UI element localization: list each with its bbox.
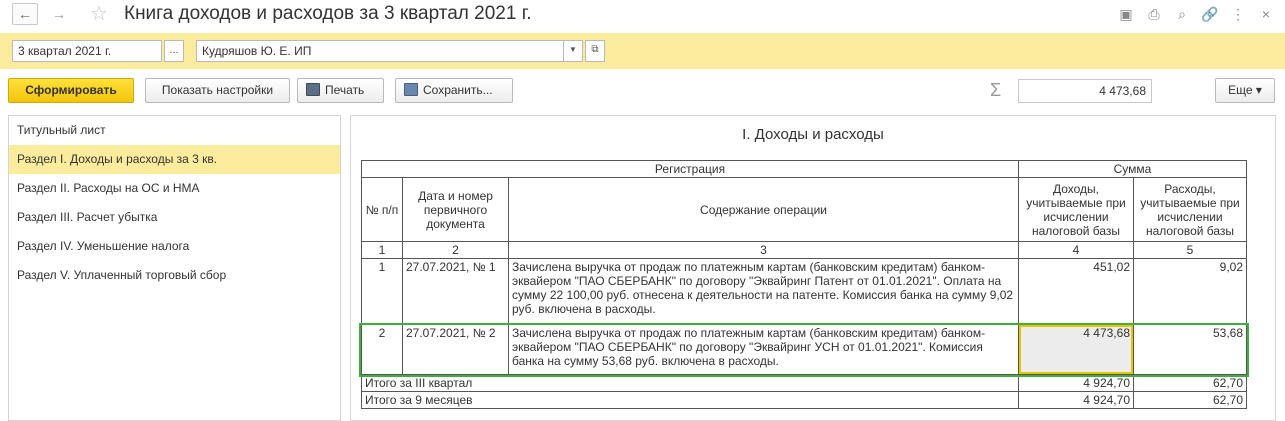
selection-sum-field: 4 473,68 xyxy=(1018,79,1152,103)
header-registration: Регистрация xyxy=(361,160,1019,178)
total-row: Итого за III квартал 4 924,70 62,70 xyxy=(361,374,1247,392)
page-title: Книга доходов и расходов за 3 квартал 20… xyxy=(124,3,532,24)
table-row[interactable]: 1 27.07.2021, № 1 Зачислена выручка от п… xyxy=(361,258,1247,325)
period-input[interactable]: 3 квартал 2021 г. xyxy=(12,40,162,62)
col-num-2: 2 xyxy=(402,241,509,259)
window-actions: ▣ ⎙ ⌕ 🔗 ⋮ × xyxy=(1117,5,1275,23)
total-income[interactable]: 4 924,70 xyxy=(1018,391,1134,409)
total-label: Итого за 9 месяцев xyxy=(361,391,1019,409)
header-date: Дата и номер первичного документа xyxy=(402,177,509,242)
floppy-icon xyxy=(404,83,418,96)
more-button[interactable]: Еще ▾ xyxy=(1215,78,1275,103)
sidebar-item-section-1[interactable]: Раздел I. Доходы и расходы за 3 кв. xyxy=(9,145,340,174)
row-content: Зачислена выручка от продаж по платежным… xyxy=(508,258,1019,325)
save-button[interactable]: Сохранить... xyxy=(395,78,513,103)
sections-sidebar: Титульный лист Раздел I. Доходы и расход… xyxy=(8,115,341,421)
generate-button[interactable]: Сформировать xyxy=(8,78,134,103)
more-icon[interactable]: ⋮ xyxy=(1229,5,1247,23)
organization-dropdown-icon[interactable]: ▼ xyxy=(563,40,583,62)
total-income[interactable]: 4 924,70 xyxy=(1018,374,1134,392)
row-date: 27.07.2021, № 2 xyxy=(402,324,509,375)
printer-icon xyxy=(306,83,320,96)
col-num-1: 1 xyxy=(361,241,403,259)
row-content: Зачислена выручка от продаж по платежным… xyxy=(508,324,1019,375)
header-num: № п/п xyxy=(361,177,403,242)
sidebar-item-section-5[interactable]: Раздел V. Уплаченный торговый сбор xyxy=(9,261,340,290)
row-date: 27.07.2021, № 1 xyxy=(402,258,509,325)
row-expense[interactable]: 9,02 xyxy=(1133,258,1247,325)
total-label: Итого за III квартал xyxy=(361,374,1019,392)
header-sum: Сумма xyxy=(1018,160,1247,178)
row-income-selected[interactable]: 4 473,68 xyxy=(1018,324,1134,375)
row-num: 2 xyxy=(361,324,403,375)
report-area[interactable]: I. Доходы и расходы Регистрация Сумма № … xyxy=(350,115,1276,421)
total-expense[interactable]: 62,70 xyxy=(1133,374,1247,392)
favorite-star-icon[interactable]: ☆ xyxy=(90,1,108,26)
report-title: I. Доходы и расходы xyxy=(742,126,884,143)
col-num-5: 5 xyxy=(1133,241,1247,259)
organization-open-icon[interactable]: ⧉ xyxy=(585,40,605,62)
save-icon[interactable]: ▣ xyxy=(1117,5,1135,23)
show-settings-button[interactable]: Показать настройки xyxy=(145,78,290,103)
preview-icon[interactable]: ⌕ xyxy=(1173,5,1191,23)
sidebar-item-title-page[interactable]: Титульный лист xyxy=(9,116,340,145)
sidebar-item-section-3[interactable]: Раздел III. Расчет убытка xyxy=(9,203,340,232)
close-icon[interactable]: × xyxy=(1257,5,1275,23)
row-expense[interactable]: 53,68 xyxy=(1133,324,1247,375)
save-label: Сохранить... xyxy=(423,83,493,97)
total-expense[interactable]: 62,70 xyxy=(1133,391,1247,409)
sigma-icon: Σ xyxy=(990,80,1002,100)
header-income: Доходы, учитываемые при исчислении налог… xyxy=(1018,177,1134,242)
link-icon[interactable]: 🔗 xyxy=(1201,5,1219,23)
back-button[interactable]: ← xyxy=(12,3,38,25)
period-select-button[interactable]: ... xyxy=(164,40,184,62)
header-expense: Расходы, учитываемые при исчислении нало… xyxy=(1133,177,1247,242)
sidebar-item-section-4[interactable]: Раздел IV. Уменьшение налога xyxy=(9,232,340,261)
report-table: Регистрация Сумма № п/п Дата и номер пер… xyxy=(361,160,1247,409)
parameters-bar: 3 квартал 2021 г. ... Кудряшов Ю. Е. ИП … xyxy=(0,33,1285,69)
print-icon[interactable]: ⎙ xyxy=(1145,5,1163,23)
row-num: 1 xyxy=(361,258,403,325)
organization-input[interactable]: Кудряшов Ю. Е. ИП xyxy=(196,40,564,62)
row-income[interactable]: 451,02 xyxy=(1018,258,1134,325)
print-label: Печать xyxy=(325,83,365,97)
table-row[interactable]: 2 27.07.2021, № 2 Зачислена выручка от п… xyxy=(361,324,1247,375)
sidebar-item-section-2[interactable]: Раздел II. Расходы на ОС и НМА xyxy=(9,174,340,203)
col-num-3: 3 xyxy=(508,241,1019,259)
col-num-4: 4 xyxy=(1018,241,1134,259)
forward-button[interactable]: → xyxy=(46,3,72,25)
header-content: Содержание операции xyxy=(508,177,1019,242)
print-button[interactable]: Печать xyxy=(297,78,384,103)
total-row: Итого за 9 месяцев 4 924,70 62,70 xyxy=(361,391,1247,409)
title-bar: ← → ☆ Книга доходов и расходов за 3 квар… xyxy=(0,0,1285,30)
